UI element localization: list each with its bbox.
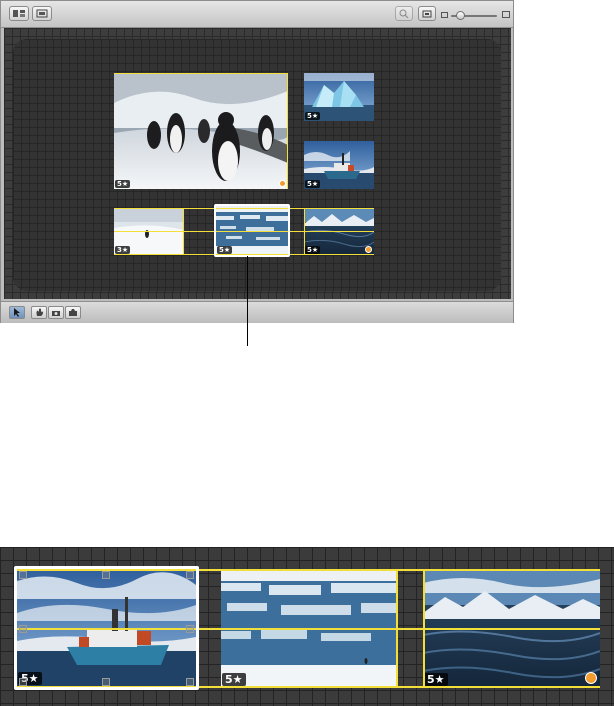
rating-badge: 5★ (305, 112, 321, 120)
rating-badge: 3★ (115, 246, 131, 254)
zoom-out-icon (441, 12, 448, 18)
alignment-guide (396, 569, 398, 687)
selection-frame[interactable] (214, 204, 290, 257)
resize-handle[interactable] (19, 678, 27, 686)
layout-options-icon (12, 9, 26, 18)
photo-edit-button[interactable] (65, 306, 81, 319)
resize-handle[interactable] (102, 678, 110, 686)
rating-badge: 5★ (222, 673, 246, 686)
pointer-tool-icon (13, 304, 21, 322)
alignment-guide (183, 208, 184, 255)
layout-options-button[interactable] (9, 6, 29, 21)
photo-swap-button[interactable] (48, 306, 64, 319)
callout-line (247, 256, 248, 346)
zoom-in-icon (502, 11, 510, 18)
pointer-tool-button[interactable] (9, 306, 25, 319)
penguins-photo[interactable]: 5★ (114, 73, 288, 189)
selection-frame[interactable] (14, 566, 199, 690)
view-options-button[interactable] (32, 6, 52, 21)
zoom-fit-button[interactable] (395, 6, 413, 21)
rating-badge: 5★ (115, 180, 131, 188)
rating-badge: 5★ (305, 246, 321, 254)
frame-icon (422, 10, 432, 18)
resize-handle[interactable] (186, 678, 194, 686)
resize-handle[interactable] (102, 571, 110, 579)
iceberg-photo[interactable]: 5★ (304, 73, 374, 121)
resize-handle[interactable] (186, 571, 194, 579)
rating-badge: 5★ (305, 180, 321, 188)
resize-handle[interactable] (186, 625, 194, 633)
actual-size-button[interactable] (418, 6, 436, 21)
resize-handle[interactable] (19, 625, 27, 633)
hand-tool-button[interactable] (31, 306, 47, 319)
photo-swap-icon (51, 304, 61, 322)
magnifier-icon (399, 9, 409, 18)
zoomed-strip: 5★ 5★ 5★ (0, 547, 614, 706)
photo-edit-icon (68, 304, 78, 322)
layout-window: 5★ 5★ 5★ 3★ 5★ 5★ (0, 0, 514, 323)
flag-icon (365, 246, 372, 253)
alignment-guide (304, 208, 305, 255)
alignment-guide (423, 569, 425, 687)
alignment-guide (287, 73, 288, 189)
toolbar (1, 1, 513, 28)
flag-icon (585, 672, 597, 684)
bottom-toolbar (1, 301, 513, 323)
alignment-guide (114, 73, 288, 74)
flag-icon (279, 180, 286, 187)
resize-handle[interactable] (19, 571, 27, 579)
ship-photo[interactable]: 5★ (304, 141, 374, 189)
hand-tool-icon (35, 304, 44, 322)
zoom-slider-knob[interactable] (456, 11, 465, 20)
rating-badge: 5★ (424, 673, 448, 686)
view-options-icon (35, 9, 49, 18)
